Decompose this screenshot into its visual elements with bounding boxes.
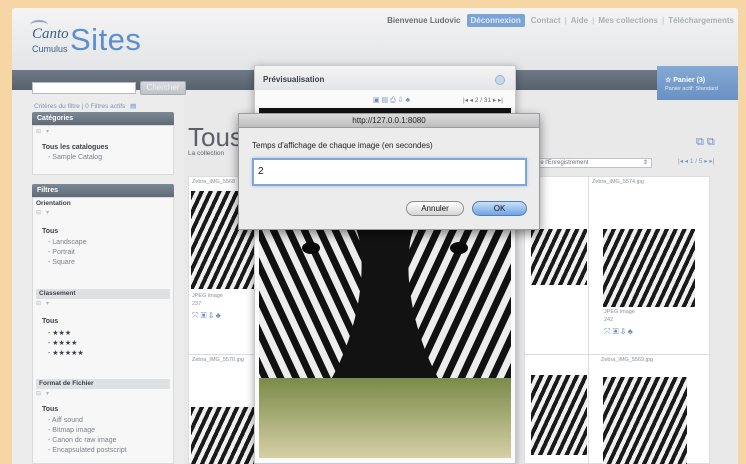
- format-item-label: Bitmap image: [52, 427, 96, 434]
- prev-page-icon[interactable]: |◂ ◂: [678, 158, 688, 165]
- top-nav: Bienvenue Ludovic Déconnexion Contact | …: [387, 14, 734, 27]
- catalog-item[interactable]: - Sample Catalog: [48, 154, 102, 161]
- rating-all[interactable]: Tous: [42, 318, 58, 325]
- nav-link-collections[interactable]: Mes collections: [598, 16, 658, 25]
- seconds-input[interactable]: 2: [252, 158, 527, 186]
- logo-sites: Sites: [70, 22, 142, 57]
- thumbnail-caption: Zebra_IMG_5569.jpg: [601, 357, 653, 363]
- rating-item-label: ★★★★: [52, 340, 78, 347]
- thumbnail-image[interactable]: [191, 407, 257, 464]
- cart-button[interactable]: ☆ Panier (3) Panier actif: Standard: [657, 66, 738, 100]
- welcome-text: Bienvenue Ludovic: [387, 16, 461, 25]
- orientation-item-label: Landscape: [52, 239, 87, 246]
- thumbnail-action-icons[interactable]: ⤧ ▣ ⇩ ♣: [189, 309, 224, 323]
- file-format-label: Format de Fichier: [36, 379, 170, 389]
- format-item[interactable]: - Encapsulated postscript: [48, 447, 127, 454]
- format-tools-icon[interactable]: ⊟ ▾: [36, 390, 49, 397]
- nav-divider: |: [592, 16, 595, 25]
- dialog-message: Temps d'affichage de chaque image (en se…: [252, 141, 433, 150]
- thumbnail-image[interactable]: [603, 229, 695, 307]
- rating-tools-icon[interactable]: ⊟ ▾: [36, 300, 49, 307]
- format-item[interactable]: - Aiff sound: [48, 417, 83, 424]
- orientation-label: Orientation: [36, 200, 71, 207]
- thumbnail-card[interactable]: Zebra_IMG_5570.jpg: [188, 354, 260, 464]
- categories-header[interactable]: Catégories: [32, 112, 174, 125]
- filter-criteria-link[interactable]: Critères du filtre | 0 Filtres actifs: [34, 103, 125, 110]
- orientation-item-label: Square: [52, 259, 75, 266]
- format-item-label: Aiff sound: [51, 417, 83, 424]
- next-image-icon[interactable]: ▸ ▸|: [493, 97, 503, 104]
- format-item-label: Encapsulated postscript: [52, 447, 127, 454]
- prompt-dialog: http://127.0.0.1:8080 Temps d'affichage …: [238, 113, 540, 230]
- nav-divider: |: [564, 16, 567, 25]
- filters-header[interactable]: Filtres: [32, 184, 174, 197]
- orientation-item-label: Portrait: [52, 249, 75, 256]
- next-page-icon[interactable]: ▸ ▸|: [704, 158, 714, 165]
- search-input[interactable]: [32, 82, 136, 94]
- thumbnail-card[interactable]: Zebra_IMG_5574.jpg JPEG image 242 ⤧ ▣ ⇩ …: [588, 176, 710, 356]
- thumbnail-caption: Zebra_IMG_5570.jpg: [192, 357, 244, 363]
- logo-cumulus: Cumulus: [32, 44, 68, 54]
- rating-item-label: ★★★: [52, 330, 72, 337]
- format-item[interactable]: - Bitmap image: [48, 427, 95, 434]
- orientation-item[interactable]: - Square: [48, 259, 75, 266]
- thumbnail-image[interactable]: [603, 377, 687, 464]
- thumbnail-card[interactable]: Zebra_IMG_5569.jpg: [588, 354, 710, 464]
- thumbnail-number: 242: [604, 317, 614, 323]
- rating-item[interactable]: - ★★★★: [48, 339, 77, 347]
- filter-icon[interactable]: ▤: [130, 103, 136, 110]
- dialog-title: http://127.0.0.1:8080: [239, 114, 539, 128]
- thumbnail-caption: Zebra_IMG_5574.jpg: [592, 179, 644, 185]
- chevron-down-icon: ⇕: [642, 160, 648, 166]
- preview-toolbar-icons[interactable]: ▣ ▤ ⎙ ⇩ ♣: [373, 96, 410, 105]
- thumbnail-image[interactable]: [531, 229, 587, 285]
- ok-button[interactable]: OK: [472, 201, 527, 216]
- cart-icon: ☆: [665, 77, 672, 84]
- preview-pager[interactable]: |◂ ◂ 2 / 31 ▸ ▸|: [463, 96, 503, 104]
- format-item-label: Canon dc raw image: [52, 437, 117, 444]
- cart-title: ☆ Panier (3): [665, 76, 738, 84]
- format-all[interactable]: Tous: [42, 406, 58, 413]
- preview-title: Prévisualisation: [255, 66, 515, 90]
- orientation-item[interactable]: - Landscape: [48, 239, 87, 246]
- all-catalogs-link[interactable]: Tous les catalogues: [42, 144, 108, 151]
- thumbnail-image[interactable]: [531, 375, 587, 455]
- page-number: 1 / 5: [689, 158, 703, 165]
- rating-item-label: ★★★★★: [52, 350, 84, 357]
- search-button[interactable]: Chercher: [140, 81, 186, 95]
- site-header: Canto Cumulus Sites Bienvenue Ludovic Dé…: [12, 8, 738, 70]
- page-subtitle: La collection: [188, 150, 225, 157]
- cart-title-label: Panier (3): [673, 77, 706, 84]
- close-icon[interactable]: [495, 75, 505, 85]
- nav-link-downloads[interactable]: Téléchargements: [668, 16, 734, 25]
- thumbnail-number: 237: [192, 301, 202, 307]
- orientation-all[interactable]: Tous: [42, 228, 58, 235]
- nav-divider: |: [661, 16, 665, 25]
- cancel-button[interactable]: Annuler: [406, 201, 464, 216]
- prev-image-icon[interactable]: |◂ ◂: [463, 97, 473, 104]
- format-item[interactable]: - Canon dc raw image: [48, 437, 116, 444]
- rating-item[interactable]: - ★★★: [48, 329, 71, 337]
- sort-select[interactable]: de l'Enregistrement ⇕: [532, 158, 652, 168]
- orientation-item[interactable]: - Portrait: [48, 249, 75, 256]
- nav-link-contact[interactable]: Contact: [531, 16, 561, 25]
- rating-item[interactable]: - ★★★★★: [48, 349, 84, 357]
- thumbnail-action-icons[interactable]: ⤧ ▣ ⇩ ♣: [601, 325, 636, 339]
- pager[interactable]: |◂ ◂ 1 / 5 ▸ ▸|: [678, 157, 714, 165]
- catalog-item-label: Sample Catalog: [52, 154, 103, 161]
- categories-tools-icon[interactable]: ⊟ ▾: [36, 128, 49, 135]
- preview-page-number: 2 / 31: [474, 97, 492, 104]
- logout-button[interactable]: Déconnexion: [466, 14, 525, 27]
- view-mode-icons[interactable]: ⧉ ⧉: [696, 136, 715, 149]
- sort-value: de l'Enregistrement: [537, 160, 589, 166]
- logo-canto: Canto: [32, 26, 69, 42]
- thumbnail-card[interactable]: [524, 354, 590, 464]
- rating-label: Classement: [36, 289, 170, 299]
- orientation-tools-icon[interactable]: ⊟ ▾: [36, 209, 49, 216]
- page-title: Tous: [188, 122, 243, 152]
- cart-active: Panier actif: Standard: [665, 86, 718, 92]
- nav-link-help[interactable]: Aide: [571, 16, 588, 25]
- filter-breadcrumb: Critères du filtre | 0 Filtres actifs ▤: [34, 102, 136, 110]
